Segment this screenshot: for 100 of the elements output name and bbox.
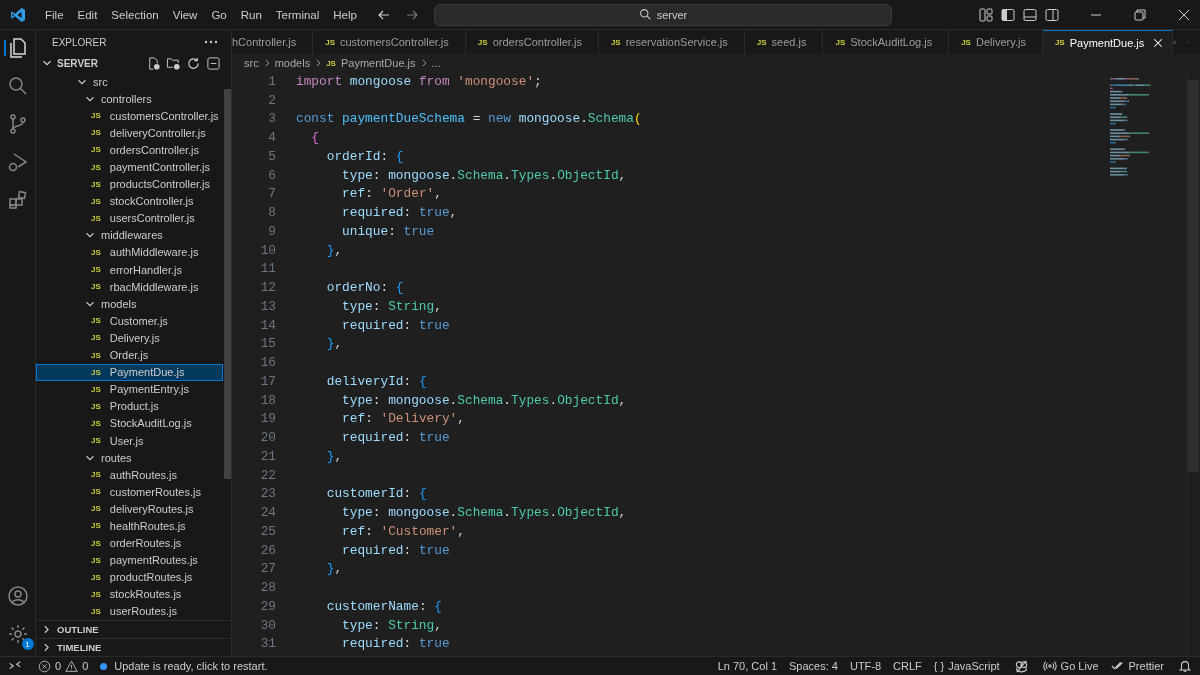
file-row[interactable]: JS Customer.js bbox=[36, 312, 223, 330]
line-number: 11 bbox=[259, 261, 276, 277]
menu-item[interactable]: Run bbox=[233, 8, 269, 21]
menu-item[interactable]: Terminal bbox=[268, 8, 327, 21]
line-number: 26 bbox=[259, 542, 276, 558]
file-row[interactable]: JS deliveryController.js bbox=[36, 124, 223, 142]
file-row[interactable]: JS customerRoutes.js bbox=[36, 483, 223, 501]
file-row[interactable]: JS StockAuditLog.js bbox=[36, 414, 223, 432]
editor-tab[interactable]: JS customersController.js bbox=[313, 30, 466, 54]
account-icon[interactable] bbox=[5, 584, 30, 608]
language-mode[interactable]: { } JavaScript bbox=[927, 660, 1006, 672]
file-row[interactable]: JS stockController.js bbox=[36, 192, 223, 210]
js-file-icon: JS bbox=[91, 572, 101, 582]
file-row[interactable]: JS stockRoutes.js bbox=[36, 585, 223, 603]
folder-row[interactable]: models bbox=[36, 295, 223, 313]
file-row[interactable]: JS ordersController.js bbox=[36, 141, 223, 159]
layout-icon[interactable] bbox=[978, 6, 994, 23]
prettier-status[interactable]: Prettier bbox=[1104, 659, 1170, 673]
file-row[interactable]: JS healthRoutes.js bbox=[36, 517, 223, 535]
breadcrumb-item[interactable]: src bbox=[244, 57, 259, 69]
menu-item[interactable]: Help bbox=[326, 8, 364, 21]
code-line: type: String, bbox=[341, 617, 442, 633]
file-row[interactable]: JS customersController.js bbox=[36, 107, 223, 125]
line-number: 30 bbox=[259, 617, 276, 633]
line-number: 5 bbox=[267, 148, 276, 164]
editor-tab[interactable]: JS reservationService.js bbox=[598, 30, 745, 54]
breadcrumb-item[interactable]: models bbox=[274, 57, 311, 69]
sidebar-toggle-icon[interactable] bbox=[1000, 6, 1016, 23]
js-file-icon: JS bbox=[91, 111, 101, 121]
code-line: required: true bbox=[341, 636, 450, 652]
editor-tab[interactable]: JS Delivery.js bbox=[949, 30, 1043, 54]
file-row[interactable]: JS paymentRoutes.js bbox=[36, 551, 223, 569]
menu-item[interactable]: Selection bbox=[104, 8, 166, 21]
js-file-icon: JS bbox=[91, 504, 101, 514]
indentation[interactable]: Spaces: 4 bbox=[783, 660, 844, 672]
encoding[interactable]: UTF-8 bbox=[843, 660, 888, 672]
search-icon bbox=[638, 8, 652, 21]
scrollbar-thumb[interactable] bbox=[224, 89, 231, 479]
new-folder-icon[interactable] bbox=[166, 55, 181, 71]
close-icon[interactable] bbox=[1152, 36, 1165, 49]
section-header[interactable]: OUTLINE bbox=[36, 620, 231, 638]
line-number: 27 bbox=[259, 561, 276, 577]
file-row[interactable]: JS rbacMiddleware.js bbox=[36, 278, 223, 296]
menu-item[interactable]: Edit bbox=[70, 8, 105, 21]
file-row[interactable]: JS Delivery.js bbox=[36, 329, 223, 347]
problems-indicator[interactable]: 0 0 bbox=[32, 659, 95, 673]
line-ending[interactable]: CRLF bbox=[887, 660, 928, 672]
file-row[interactable]: JS orderRoutes.js bbox=[36, 534, 223, 552]
folder-row[interactable]: controllers bbox=[36, 90, 223, 108]
code-line: required: true bbox=[341, 542, 450, 558]
collapse-all-icon[interactable] bbox=[206, 55, 221, 71]
js-file-icon: JS bbox=[91, 555, 101, 565]
file-row[interactable]: JS authMiddleware.js bbox=[36, 243, 223, 262]
editor-tab[interactable]: JS ordersController.js bbox=[465, 30, 599, 54]
code-line: customerName: { bbox=[325, 598, 442, 614]
file-row[interactable]: JS authRoutes.js bbox=[36, 466, 223, 484]
line-number: 15 bbox=[259, 336, 276, 352]
file-row[interactable]: JS usersController.js bbox=[36, 209, 223, 227]
file-row[interactable]: JS userRoutes.js bbox=[36, 602, 223, 620]
file-row[interactable]: JS Product.js bbox=[36, 397, 223, 415]
folder-row[interactable]: src bbox=[36, 73, 223, 91]
new-file-icon[interactable] bbox=[146, 55, 161, 71]
file-row[interactable]: JS User.js bbox=[36, 431, 223, 450]
menu-item[interactable]: View bbox=[165, 8, 205, 21]
line-number: 6 bbox=[267, 167, 276, 183]
file-row[interactable]: JS Order.js bbox=[36, 346, 223, 364]
editor-tab[interactable]: JS seed.js bbox=[744, 30, 824, 54]
panel-toggle-icon[interactable] bbox=[1022, 6, 1038, 23]
bell-icon[interactable] bbox=[1178, 659, 1192, 673]
file-row[interactable]: JS PaymentEntry.js bbox=[36, 380, 223, 398]
file-row[interactable]: JS deliveryRoutes.js bbox=[36, 500, 223, 518]
search-field[interactable]: server bbox=[433, 3, 892, 26]
menu-item[interactable]: Go bbox=[204, 8, 234, 21]
file-row[interactable]: JS paymentController.js bbox=[36, 158, 223, 176]
breadcrumb-item[interactable]: JS PaymentDue.js bbox=[326, 57, 416, 69]
refresh-icon[interactable] bbox=[186, 55, 201, 71]
menu-item[interactable]: File bbox=[38, 8, 71, 21]
editor-tab[interactable]: JS StockAuditLog.js bbox=[823, 30, 950, 54]
line-number: 29 bbox=[259, 598, 276, 614]
go-live-button[interactable]: Go Live bbox=[1036, 659, 1105, 673]
line-number: 7 bbox=[267, 186, 276, 202]
js-file-icon: JS bbox=[91, 265, 101, 275]
line-number: 3 bbox=[267, 111, 276, 127]
split-layout-icon[interactable] bbox=[1044, 6, 1060, 23]
editor-tab[interactable]: JS PaymentDue.js bbox=[1042, 30, 1174, 54]
warning-icon bbox=[65, 659, 79, 673]
update-notice[interactable]: Update is ready, click to restart. bbox=[94, 660, 274, 672]
file-row[interactable]: JS PaymentDue.js bbox=[36, 363, 223, 381]
folder-name[interactable]: SERVER bbox=[57, 57, 98, 69]
file-row[interactable]: JS productsController.js bbox=[36, 175, 223, 193]
file-row[interactable]: JS errorHandler.js bbox=[36, 261, 223, 279]
folder-row[interactable]: middlewares bbox=[36, 226, 223, 244]
folder-row[interactable]: routes bbox=[36, 449, 223, 467]
copilot-icon[interactable] bbox=[1013, 658, 1029, 674]
cursor-position[interactable]: Ln 70, Col 1 bbox=[711, 660, 783, 672]
js-file-icon: JS bbox=[91, 418, 101, 428]
breadcrumb-item[interactable]: ... bbox=[431, 57, 441, 69]
file-row[interactable]: JS productRoutes.js bbox=[36, 568, 223, 586]
restore-icon[interactable] bbox=[1132, 6, 1148, 23]
editor-tab[interactable]: hController.js bbox=[232, 30, 314, 54]
